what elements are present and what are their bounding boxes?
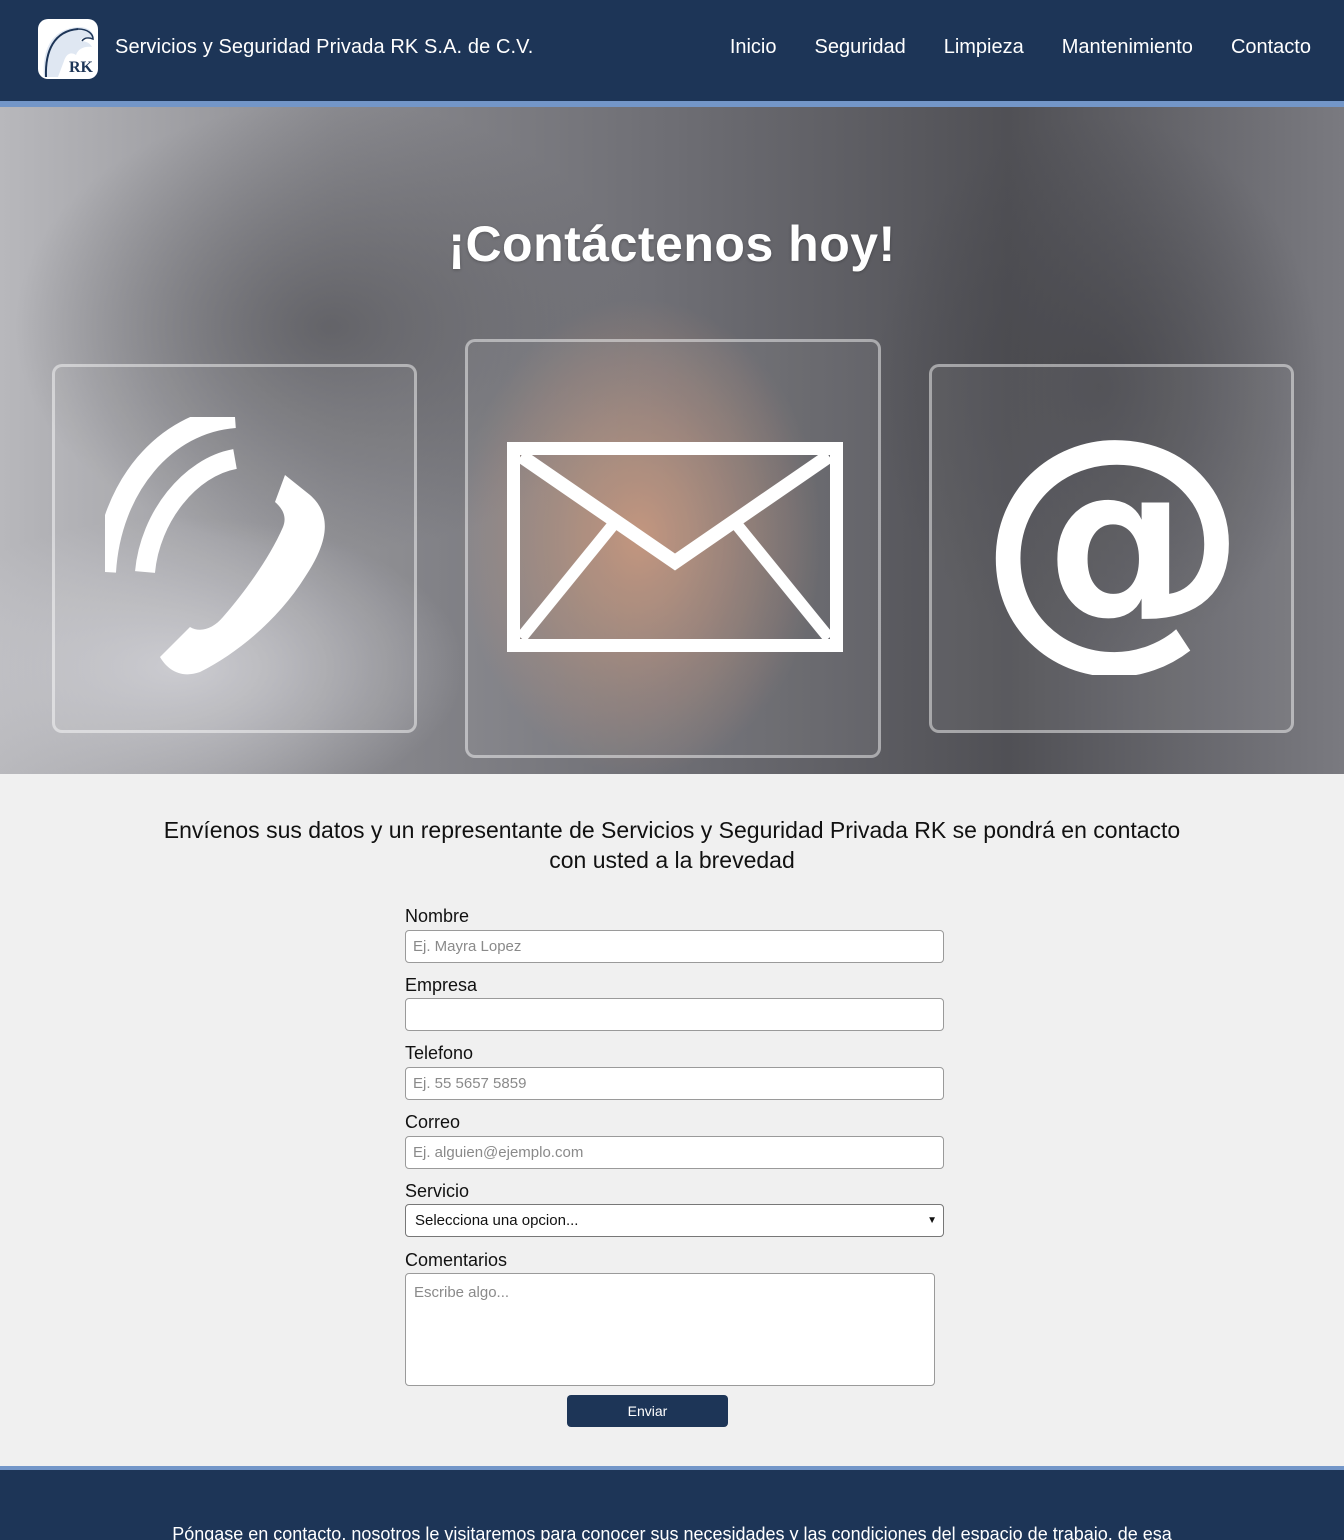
correo-input[interactable] [405, 1136, 944, 1169]
empresa-label: Empresa [405, 975, 478, 995]
phone-tile [52, 364, 417, 733]
nav-link-limpieza[interactable]: Limpieza [944, 36, 1024, 59]
nav-link-mantenimiento[interactable]: Mantenimiento [1062, 36, 1193, 59]
envelope-tile [465, 339, 881, 758]
nav-link-seguridad[interactable]: Seguridad [815, 36, 906, 59]
at-sign-icon: @ [988, 425, 1238, 675]
eagle-logo-icon: RK [43, 27, 94, 78]
site-header: RK Servicios y Seguridad Privada RK S.A.… [0, 0, 1344, 101]
chevron-down-icon: ▼ [927, 1215, 937, 1226]
footer-text: Póngase en contacto, nosotros le visitar… [172, 1524, 1172, 1540]
nombre-input[interactable] [405, 930, 944, 963]
hero-banner: ¡Contáctenos hoy! @ [0, 107, 1344, 774]
comentarios-textarea[interactable] [405, 1273, 935, 1386]
servicio-label: Servicio [405, 1181, 470, 1201]
comentarios-label: Comentarios [405, 1250, 508, 1270]
svg-text:@: @ [988, 425, 1238, 675]
enviar-button[interactable]: Enviar [567, 1395, 728, 1427]
servicio-selected-value: Selecciona una opcion... [415, 1212, 579, 1229]
nombre-label: Nombre [405, 906, 470, 926]
form-intro-text: Envíenos sus datos y un representante de… [163, 817, 1181, 873]
telefono-input[interactable] [405, 1067, 944, 1100]
email-tile: @ [929, 364, 1294, 733]
nav-link-inicio[interactable]: Inicio [730, 36, 777, 59]
company-logo[interactable]: RK [38, 19, 98, 79]
svg-text:RK: RK [69, 59, 94, 76]
hero-title: ¡Contáctenos hoy! [448, 216, 896, 272]
telefono-label: Telefono [405, 1043, 474, 1063]
empresa-input[interactable] [405, 998, 944, 1031]
phone-icon [105, 417, 325, 675]
brand-name: Servicios y Seguridad Privada RK S.A. de… [115, 36, 534, 58]
nav-link-contacto[interactable]: Contacto [1231, 36, 1311, 59]
site-footer: Póngase en contacto, nosotros le visitar… [0, 1470, 1344, 1540]
correo-label: Correo [405, 1112, 461, 1132]
envelope-icon [507, 442, 843, 652]
main-nav: Inicio Seguridad Limpieza Mantenimiento … [730, 36, 1311, 59]
servicio-select[interactable]: Selecciona una opcion... ▼ [405, 1204, 944, 1237]
